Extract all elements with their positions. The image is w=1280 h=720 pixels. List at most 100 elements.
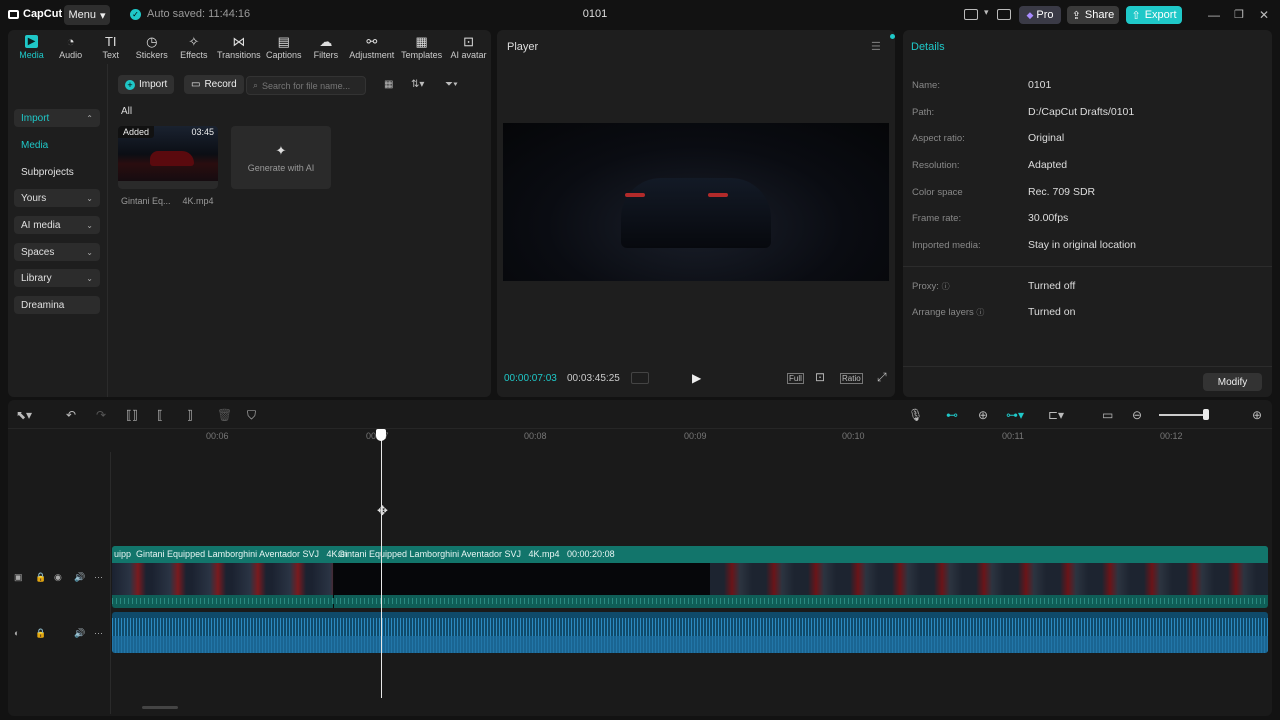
cover-icon[interactable]: ▣	[14, 572, 23, 583]
clip-audio-waveform	[112, 598, 1268, 604]
share-button[interactable]: ⇪ Share	[1067, 6, 1119, 24]
sidebar-item-ai-media[interactable]: AI media ⌄	[14, 216, 100, 234]
tab-audio[interactable]: ◔ Audio	[51, 30, 90, 64]
detail-row-aspect: Aspect ratio: Original	[912, 132, 1252, 144]
tab-transitions[interactable]: ⋈ Transitions	[215, 30, 262, 64]
undo-icon[interactable]: ↶	[66, 408, 76, 422]
split-icon[interactable]: ⟦⟧	[126, 408, 138, 422]
marker-icon[interactable]: ⛉	[247, 408, 256, 423]
split-left-icon[interactable]: ⟦	[157, 408, 163, 422]
speaker-icon[interactable]: 🔊	[74, 572, 85, 583]
sidebar-item-label: Media	[21, 139, 49, 151]
tab-text[interactable]: TI Text	[90, 30, 131, 64]
media-name-ext: 4K.mp4	[182, 196, 214, 206]
sidebar-item-dreamina[interactable]: Dreamina	[14, 296, 100, 314]
zoom-slider[interactable]	[1159, 414, 1207, 416]
tab-media[interactable]: ▶ Media	[12, 30, 51, 64]
linkage-icon[interactable]: ⊶▾	[1006, 408, 1024, 422]
keyboard-icon[interactable]	[997, 9, 1011, 20]
tab-ai-avatar[interactable]: ⊡ AI avatar	[446, 30, 491, 64]
tab-label: Stickers	[135, 49, 168, 60]
info-icon[interactable]: ⓘ	[942, 282, 950, 291]
tab-captions[interactable]: ▤ Captions	[262, 30, 305, 64]
detail-row-arrange-layers: Arrange layers ⓘ Turned on	[912, 306, 1252, 318]
timeline-view-icon[interactable]	[631, 372, 649, 384]
media-thumbnail[interactable]: Added 03:45	[118, 126, 218, 189]
detail-row-proxy: Proxy: ⓘ Turned off	[912, 280, 1252, 292]
redo-icon[interactable]: ↷	[96, 408, 106, 422]
detail-label: Arrange layers	[912, 307, 974, 318]
info-icon[interactable]: ⓘ	[976, 308, 984, 317]
taillight-right	[708, 193, 728, 197]
generate-ai-card[interactable]: ✦ Generate with AI	[231, 126, 331, 189]
split-right-icon[interactable]: ⟧	[187, 408, 193, 422]
caption-track-icon[interactable]: ▭	[1102, 408, 1113, 422]
search-field[interactable]: ⌕ Search for file name...	[246, 76, 366, 95]
select-tool-icon[interactable]: ⬉▾	[16, 408, 32, 422]
grid-view-icon[interactable]: ▦	[384, 79, 393, 90]
sort-icon[interactable]: ⇅▾	[411, 79, 424, 90]
play-icon[interactable]: ▶	[692, 371, 701, 385]
lock-icon[interactable]: 🔒	[35, 572, 46, 583]
chevron-down-icon: ▾	[100, 9, 106, 22]
minimize-icon[interactable]: —	[1208, 8, 1220, 22]
filter-all-label[interactable]: All	[121, 106, 132, 117]
menu-button[interactable]: Menu ▾	[64, 5, 110, 25]
export-button[interactable]: ⇧ Export	[1126, 6, 1182, 24]
detail-value: Stay in original location	[1028, 239, 1136, 251]
pro-button[interactable]: ◆ Pro	[1019, 6, 1061, 24]
playhead-line[interactable]	[381, 430, 382, 698]
record-button[interactable]: ▭ Record	[184, 75, 244, 94]
eye-icon[interactable]: ◉	[54, 572, 62, 583]
sidebar-item-subprojects[interactable]: Subprojects	[14, 163, 100, 181]
tab-adjustment[interactable]: ⚯ Adjustment	[346, 30, 397, 64]
link-tracks-icon[interactable]: ⊷	[946, 408, 958, 422]
audio-clip[interactable]	[112, 612, 1268, 653]
close-icon[interactable]: ✕	[1259, 8, 1269, 22]
tab-templates[interactable]: ▦ Templates	[397, 30, 446, 64]
sidebar-item-library[interactable]: Library ⌄	[14, 269, 100, 287]
more-icon[interactable]: ⋯	[94, 572, 103, 583]
zoom-slider-handle[interactable]	[1203, 409, 1209, 420]
clip1-frames	[112, 563, 333, 595]
layout-icon[interactable]	[964, 9, 978, 20]
snap-icon[interactable]: ⊕	[978, 408, 988, 422]
preview-axis-icon[interactable]: ⊏▾	[1048, 408, 1064, 422]
player-menu-icon[interactable]: ☰	[871, 40, 881, 53]
microphone-icon[interactable]: 🎙	[908, 408, 923, 422]
lock-icon[interactable]: 🔒	[35, 628, 46, 639]
tab-effects[interactable]: ✧ Effects	[172, 30, 215, 64]
sidebar-item-spaces[interactable]: Spaces ⌄	[14, 243, 100, 261]
modify-button[interactable]: Modify	[1203, 373, 1262, 391]
zoom-out-icon[interactable]: ⊖	[1132, 408, 1142, 422]
full-button[interactable]: Full	[787, 373, 804, 384]
zoom-in-icon[interactable]: ⊕	[1252, 408, 1262, 422]
video-preview[interactable]	[503, 123, 889, 281]
playhead-handle[interactable]	[376, 429, 386, 441]
sidebar-item-label: Subprojects	[21, 166, 74, 178]
delete-icon[interactable]: 🗑	[217, 408, 232, 422]
sidebar-item-media[interactable]: Media	[14, 136, 100, 154]
zoom-fit-icon[interactable]: ⊡	[815, 370, 825, 384]
sidebar-item-import[interactable]: Import ⌃	[14, 109, 100, 127]
maximize-icon[interactable]: ❐	[1234, 8, 1244, 21]
import-button[interactable]: + Import	[118, 75, 175, 94]
tab-filters[interactable]: ☁ Filters	[305, 30, 346, 64]
tab-label: Effects	[180, 49, 208, 60]
more-icon[interactable]: ⋯	[94, 628, 103, 639]
app-logo: CapCut	[8, 8, 62, 20]
speaker-icon[interactable]: 🔊	[74, 628, 85, 639]
filter-icon[interactable]: ⏷▾	[445, 79, 458, 90]
fullscreen-icon[interactable]: ⤢	[877, 370, 887, 385]
horizontal-scrollbar[interactable]	[142, 706, 178, 709]
video-clip[interactable]: uipp Gintani Equipped Lamborghini Aventa…	[112, 546, 1268, 608]
ratio-button[interactable]: Ratio	[840, 373, 863, 384]
sidebar-item-label: Import	[21, 112, 50, 124]
ruler-label: 00:10	[842, 431, 865, 441]
details-panel: Details Name: 0101 Path: D:/CapCut Drafts/…	[903, 30, 1272, 397]
total-time: 00:03:45:25	[567, 373, 620, 384]
effects-icon: ✧	[188, 33, 200, 49]
sidebar-item-yours[interactable]: Yours ⌄	[14, 189, 100, 207]
tab-stickers[interactable]: ◷ Stickers	[131, 30, 172, 64]
layout-chevron-icon[interactable]: ▾	[984, 7, 989, 18]
